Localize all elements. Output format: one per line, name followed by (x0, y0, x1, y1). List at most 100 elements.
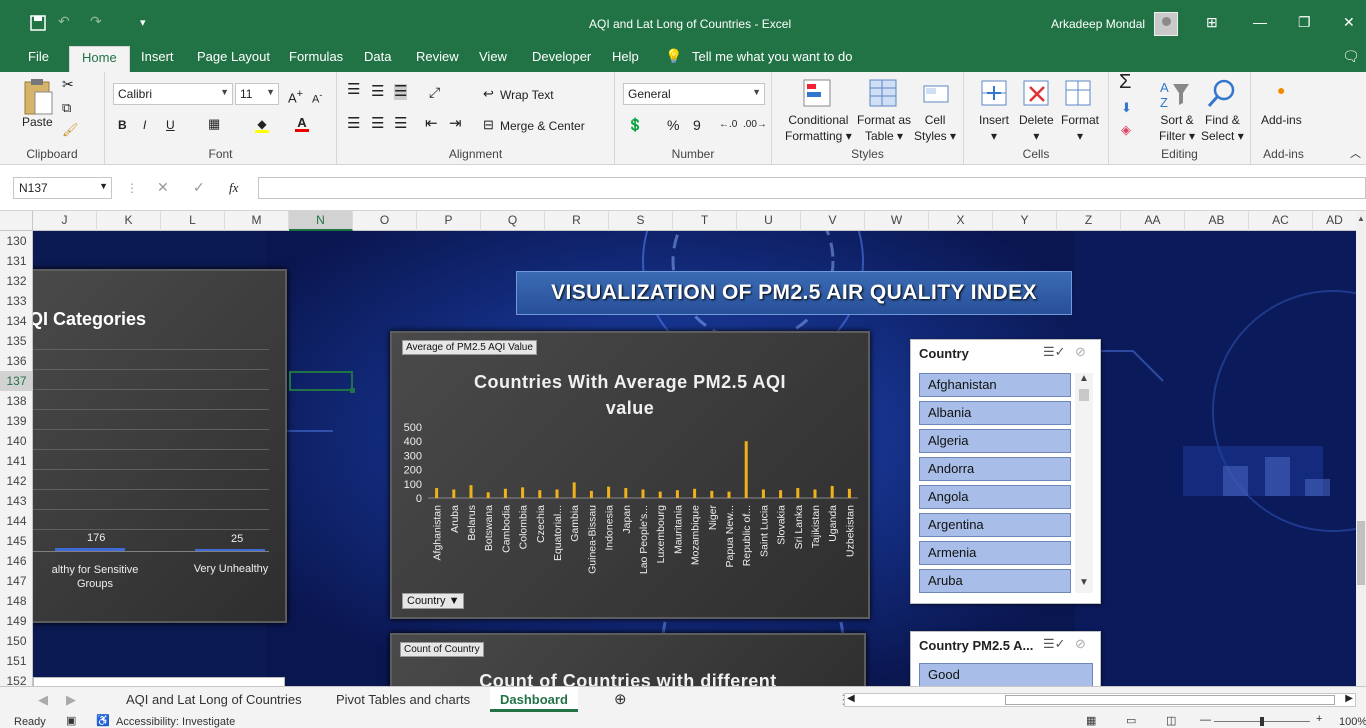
slicer-item[interactable]: Good (919, 663, 1093, 686)
row-header[interactable]: 140 (0, 431, 32, 451)
collapse-ribbon-icon[interactable]: ︿ (1350, 146, 1361, 162)
confirm-entry-icon[interactable]: ✓ (193, 179, 205, 195)
copy-icon[interactable]: ⧉ (62, 100, 71, 116)
scroll-up-icon[interactable]: ▲ (1357, 214, 1365, 223)
row-header[interactable]: 147 (0, 571, 32, 591)
redo-icon[interactable]: ↷ (90, 13, 102, 30)
tell-me-search[interactable]: Tell me what you want to do (692, 49, 852, 64)
tab-help[interactable]: Help (612, 49, 639, 64)
count-chart[interactable]: Count of Country Count of Countries with… (390, 633, 866, 686)
tab-formulas[interactable]: Formulas (289, 49, 343, 64)
decrease-decimal-icon[interactable]: .00→ (743, 117, 767, 133)
tab-home[interactable]: Home (69, 46, 130, 72)
slicer-item[interactable]: Afghanistan (919, 373, 1071, 397)
borders-icon[interactable]: ▦ (208, 116, 220, 132)
decrease-indent-icon[interactable]: ⇤ (425, 116, 438, 132)
merge-center-button[interactable]: Merge & Center (500, 118, 585, 134)
font-name-select[interactable]: Calibri ▼ (113, 83, 233, 105)
fill-icon[interactable]: ⬇ (1121, 100, 1132, 116)
row-header[interactable]: 148 (0, 591, 32, 611)
row-header-selected[interactable]: 137 (0, 371, 32, 391)
formula-options-icon[interactable]: ⋮ (126, 180, 138, 196)
row-header[interactable]: 150 (0, 631, 32, 651)
autosum-icon[interactable]: Σ (1119, 72, 1131, 92)
row-header[interactable]: 145 (0, 531, 32, 551)
normal-view-icon[interactable]: ▦ (1086, 714, 1096, 727)
italic-button[interactable]: I (143, 117, 146, 133)
row-header[interactable]: 138 (0, 391, 32, 411)
country-slicer[interactable]: Country ☰✓ ⊘ Afghanistan Albania Algeria… (910, 339, 1101, 604)
column-header[interactable]: X (929, 211, 993, 231)
horizontal-scrollbar[interactable]: ◀ ▶ (844, 693, 1356, 707)
formula-input[interactable] (258, 177, 1366, 199)
aqi-categories-chart[interactable]: QI Categories 176 25 althy for Sensitive… (33, 269, 287, 623)
sheet-tab-active[interactable]: Dashboard (490, 687, 578, 712)
column-header[interactable]: AB (1185, 211, 1249, 231)
scroll-thumb[interactable] (1357, 521, 1365, 585)
fill-handle[interactable] (350, 388, 355, 393)
scroll-up-icon[interactable]: ▲ (1079, 373, 1089, 384)
zoom-in-icon[interactable]: + (1316, 713, 1322, 725)
multi-select-icon[interactable]: ☰✓ (1043, 636, 1066, 652)
page-layout-icon[interactable]: ▭ (1126, 714, 1136, 727)
align-middle-icon[interactable]: ☰ (371, 84, 384, 100)
macro-record-icon[interactable]: ▣ (66, 714, 76, 727)
find-select-icon[interactable] (1206, 78, 1236, 110)
orientation-icon[interactable]: ⤢ (429, 84, 440, 100)
column-header[interactable]: M (225, 211, 289, 231)
paste-icon[interactable] (22, 78, 54, 118)
paste-button[interactable]: Paste (22, 114, 53, 130)
percent-button[interactable]: % (667, 117, 679, 133)
pivot-field-button[interactable]: Average of PM2.5 AQI Value (402, 340, 537, 355)
slicer-item[interactable]: Albania (919, 401, 1071, 425)
find-select-button[interactable]: Find & Select ▾ (1201, 112, 1244, 144)
align-bottom-icon[interactable]: ☰ (394, 84, 408, 100)
row-header[interactable]: 139 (0, 411, 32, 431)
prev-sheet-icon[interactable]: ◀ (28, 687, 58, 712)
column-header[interactable]: J (33, 211, 97, 231)
sort-filter-button[interactable]: Sort & Filter ▾ (1159, 112, 1195, 144)
column-header[interactable]: AC (1249, 211, 1313, 231)
row-header[interactable]: 133 (0, 291, 32, 311)
align-right-icon[interactable]: ☰ (394, 116, 407, 132)
aqi-country-chart[interactable]: Average of PM2.5 AQI Value Countries Wit… (390, 331, 870, 619)
tab-review[interactable]: Review (416, 49, 459, 64)
multi-select-icon[interactable]: ☰✓ (1043, 344, 1066, 360)
column-header[interactable]: V (801, 211, 865, 231)
row-header[interactable]: 142 (0, 471, 32, 491)
aqi-category-slicer[interactable]: Country PM2.5 A... ☰✓ ⊘ Good (910, 631, 1101, 686)
selected-cell[interactable] (289, 371, 353, 391)
tab-view[interactable]: View (479, 49, 507, 64)
autosave-icon[interactable] (30, 15, 46, 31)
user-name[interactable]: Arkadeep Mondal (1051, 17, 1145, 31)
format-as-table-button[interactable]: Format as Table ▾ (857, 112, 911, 144)
axis-field-button[interactable]: Country ▼ (402, 593, 465, 609)
row-header[interactable]: 146 (0, 551, 32, 571)
accessibility-icon[interactable]: ♿ (96, 714, 110, 727)
slicer-item[interactable]: Algeria (919, 429, 1071, 453)
maximize-icon[interactable]: ❐ (1298, 14, 1311, 31)
tab-page-layout[interactable]: Page Layout (197, 49, 270, 64)
increase-font-icon[interactable]: A+ (288, 86, 303, 106)
clear-icon[interactable]: ◈ (1121, 122, 1131, 138)
addins-button[interactable]: Add-ins (1261, 112, 1302, 128)
column-header[interactable]: R (545, 211, 609, 231)
cancel-entry-icon[interactable]: ✕ (157, 179, 169, 195)
cut-icon[interactable]: ✂ (62, 76, 74, 92)
name-box[interactable]: N137 ▼ (13, 177, 112, 199)
delete-button[interactable]: Delete ▾ (1019, 112, 1054, 144)
pivot-field-button[interactable]: Count of Country (400, 642, 484, 657)
tab-data[interactable]: Data (364, 49, 391, 64)
wrap-text-button[interactable]: Wrap Text (500, 87, 554, 103)
row-header[interactable]: 131 (0, 251, 32, 271)
scroll-down-icon[interactable]: ▼ (1079, 577, 1089, 588)
column-header-selected[interactable]: N (289, 211, 353, 231)
row-header[interactable]: 141 (0, 451, 32, 471)
increase-decimal-icon[interactable]: ←.0 (719, 117, 737, 133)
sheet-tab[interactable]: AQI and Lat Long of Countries (116, 687, 312, 712)
clear-filter-icon[interactable]: ⊘ (1075, 636, 1086, 652)
fill-color-icon[interactable]: ◆ (255, 116, 269, 133)
customize-qat-icon[interactable]: ▾ (140, 16, 146, 29)
row-header[interactable]: 130 (0, 231, 32, 251)
insert-function-button[interactable]: fx (229, 180, 238, 196)
